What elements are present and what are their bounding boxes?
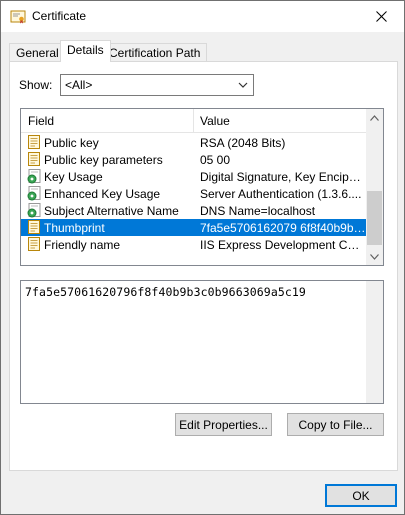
show-label: Show:	[19, 78, 53, 92]
list-scrollbar[interactable]	[366, 109, 383, 265]
copy-to-file-button[interactable]: Copy to File...	[287, 413, 384, 436]
details-panel: Show: <All> Field Value Public key RSA (2…	[9, 61, 398, 471]
scroll-down-button[interactable]	[366, 248, 383, 265]
certificate-icon	[10, 10, 26, 24]
tab-details[interactable]: Details	[60, 40, 111, 62]
chevron-up-icon	[370, 114, 379, 121]
certificate-field-icon	[28, 237, 40, 251]
certificate-field-icon	[28, 152, 40, 166]
list-row[interactable]: Public key RSA (2048 Bits)	[21, 134, 368, 151]
list-row[interactable]: Public key parameters 05 00	[21, 151, 368, 168]
window-title: Certificate	[32, 9, 87, 23]
field-detail-value: 7fa5e57061620796f8f40b9b3c0b9663069a5c19	[25, 285, 306, 299]
row-field-name: Key Usage	[44, 170, 103, 184]
close-icon	[375, 11, 387, 22]
row-field-value: DNS Name=localhost	[200, 204, 316, 218]
extension-icon	[27, 203, 41, 218]
row-field-value: 7fa5e5706162079 6f8f40b9b3...	[200, 221, 366, 235]
extension-icon	[27, 186, 41, 201]
scroll-up-button[interactable]	[366, 109, 383, 126]
row-field-value: 05 00	[200, 153, 231, 167]
certificate-field-icon	[28, 220, 40, 234]
ok-button[interactable]: OK	[325, 484, 397, 507]
row-field-name: Enhanced Key Usage	[44, 187, 161, 201]
title-bar: Certificate	[1, 1, 404, 32]
field-detail-textbox[interactable]: 7fa5e57061620796f8f40b9b3c0b9663069a5c19	[20, 280, 384, 404]
column-header-value[interactable]: Value	[193, 109, 230, 133]
row-field-name: Thumbprint	[44, 221, 105, 235]
certificate-field-icon	[28, 135, 40, 149]
row-field-value: IIS Express Development Certi...	[200, 238, 366, 252]
list-rows: Public key RSA (2048 Bits) Public key para…	[21, 134, 368, 253]
tab-general[interactable]: General	[9, 43, 66, 62]
row-field-name: Public key parameters	[44, 153, 163, 167]
row-field-name: Friendly name	[44, 238, 121, 252]
show-dropdown[interactable]: <All>	[60, 74, 254, 96]
tab-certification-path[interactable]: Certification Path	[102, 43, 208, 62]
list-row[interactable]: Friendly name IIS Express Development Cer…	[21, 236, 368, 253]
row-field-value: Digital Signature, Key Encipher...	[200, 170, 366, 184]
row-field-value: RSA (2048 Bits)	[200, 136, 286, 150]
field-list[interactable]: Field Value Public key RSA (2048 Bits) Pub…	[20, 108, 384, 266]
column-header-field[interactable]: Field	[21, 109, 54, 133]
detail-scrollbar	[366, 281, 383, 403]
list-header: Field Value	[21, 109, 368, 133]
extension-icon	[27, 169, 41, 184]
edit-properties-button[interactable]: Edit Properties...	[175, 413, 272, 436]
chevron-down-icon	[238, 82, 248, 88]
list-row[interactable]: Enhanced Key Usage Server Authentication …	[21, 185, 368, 202]
row-field-name: Public key	[44, 136, 99, 150]
list-row[interactable]: Key Usage Digital Signature, Key Encipher…	[21, 168, 368, 185]
list-row[interactable]: Subject Alternative Name DNS Name=localho…	[21, 202, 368, 219]
close-button[interactable]	[358, 1, 404, 32]
row-field-value: Server Authentication (1.3.6....	[200, 187, 362, 201]
chevron-down-icon	[370, 253, 379, 260]
certificate-dialog: Certificate General Details Certificatio…	[0, 0, 405, 515]
show-dropdown-value: <All>	[65, 78, 93, 92]
row-field-name: Subject Alternative Name	[44, 204, 179, 218]
scroll-thumb[interactable]	[367, 191, 382, 245]
list-row[interactable]: Thumbprint 7fa5e5706162079 6f8f40b9b3...	[21, 219, 368, 236]
